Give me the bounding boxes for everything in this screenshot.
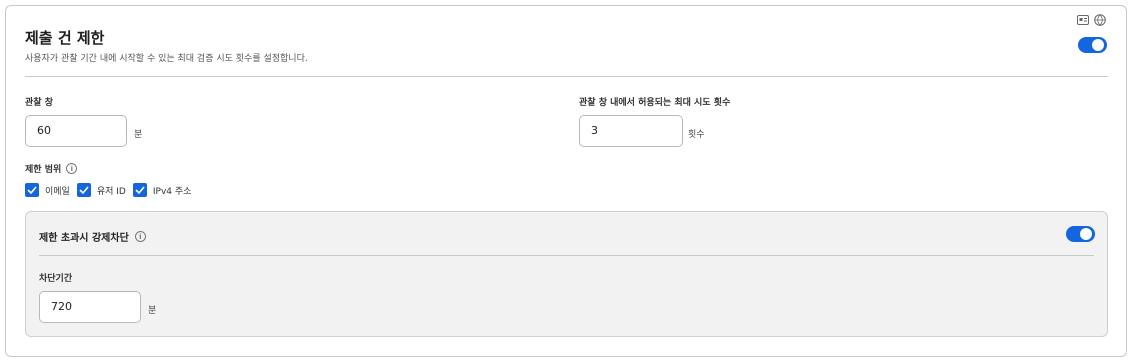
rate-limit-toggle[interactable] [1078,37,1107,53]
block-panel-title-row: 제한 초과시 강제차단 i [39,229,146,244]
toggle-knob [1080,228,1092,240]
checkbox-checked[interactable] [25,183,39,197]
scope-options: 이메일 유저 ID IPv4 주소 [25,183,198,197]
block-duration-label: 차단기간 [39,274,73,284]
info-icon[interactable]: i [134,231,146,242]
observation-window-input[interactable]: 60 [25,115,127,147]
info-icon[interactable]: i [66,163,78,174]
scope-option-user-id[interactable]: 유저 ID [76,183,126,197]
top-icon-group [1076,13,1106,26]
observation-window-label: 관찰 창 [25,98,53,108]
checkbox-checked[interactable] [76,183,91,197]
block-duration-input[interactable]: 720 [39,291,141,323]
toggle-knob [1092,39,1104,51]
max-attempts-unit: 횟수 [688,130,705,140]
globe-icon[interactable] [1093,13,1106,26]
scope-option-ipv4[interactable]: IPv4 주소 [132,183,192,197]
scope-option-label: 유저 ID [96,186,126,197]
id-card-icon[interactable] [1076,13,1089,26]
scope-label-row: 제한 범위 i [25,162,78,175]
max-attempts-label: 관찰 창 내에서 허용되는 최대 시도 횟수 [579,98,731,108]
panel-divider [39,255,1094,256]
section-title: 제출 건 제한 [25,29,105,47]
block-duration-unit: 분 [148,306,157,316]
block-panel: 제한 초과시 강제차단 i 차단기간 720 분 [25,211,1108,337]
checkbox-checked[interactable] [132,183,147,197]
max-attempts-input[interactable]: 3 [579,115,683,147]
scope-option-email[interactable]: 이메일 [25,183,70,197]
scope-option-label: 이메일 [45,186,70,197]
scope-option-label: IPv4 주소 [152,186,192,197]
rate-limit-card: 제출 건 제한 사용자가 관찰 기간 내에 시작할 수 있는 최대 검증 시도 … [5,5,1127,357]
block-panel-title: 제한 초과시 강제차단 [39,233,129,244]
section-description: 사용자가 관찰 기간 내에 시작할 수 있는 최대 검증 시도 횟수를 설정합니… [25,54,308,64]
scope-label: 제한 범위 [25,165,62,175]
section-divider [25,76,1108,77]
block-toggle[interactable] [1066,226,1095,242]
observation-window-unit: 분 [134,130,143,140]
